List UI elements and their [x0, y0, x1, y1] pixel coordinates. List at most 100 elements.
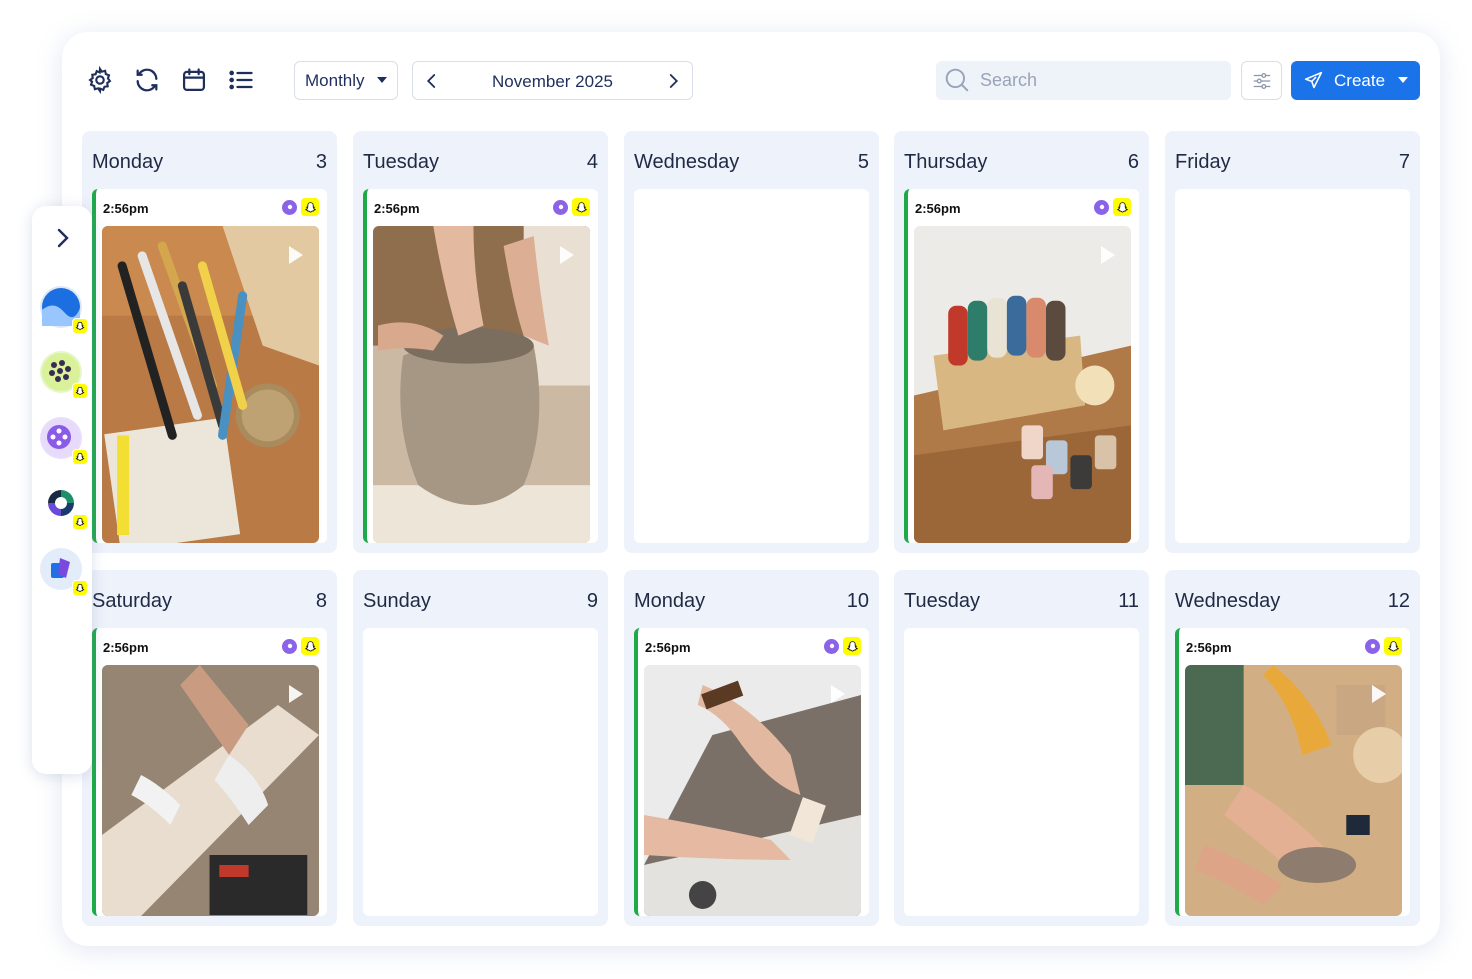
- account-ring-avatar[interactable]: [40, 482, 88, 530]
- search-icon: [945, 68, 969, 92]
- post-time: 2:56pm: [1186, 640, 1232, 655]
- day-cell[interactable]: Thursday 6 2:56pm: [894, 131, 1149, 553]
- snapchat-icon: [72, 514, 88, 530]
- play-icon: [289, 246, 303, 264]
- scheduled-post[interactable]: 2:56pm: [363, 189, 598, 543]
- day-cell[interactable]: Saturday 8 2:56pm: [82, 570, 337, 926]
- caret-down-icon: [377, 77, 387, 83]
- day-cell[interactable]: Wednesday 5: [624, 131, 879, 553]
- caret-down-icon: [1398, 77, 1408, 83]
- filter-button[interactable]: [1241, 61, 1282, 100]
- empty-slot[interactable]: [634, 189, 869, 543]
- clay-vase-photo: [373, 226, 590, 543]
- snapchat-icon: [301, 198, 319, 216]
- day-name: Sunday: [363, 590, 431, 612]
- create-button[interactable]: Create: [1291, 61, 1420, 100]
- snapchat-icon: [72, 383, 88, 399]
- day-name: Wednesday: [634, 151, 740, 173]
- account-dots-avatar[interactable]: [40, 351, 88, 399]
- ribbon-spools-photo: [914, 226, 1131, 543]
- list-icon[interactable]: [224, 63, 258, 97]
- search-box: [936, 61, 1231, 100]
- scheduled-post[interactable]: 2:56pm: [92, 189, 327, 543]
- day-number: 12: [1387, 590, 1410, 612]
- day-number: 10: [846, 590, 869, 612]
- view-mode-select[interactable]: Monthly: [294, 61, 398, 100]
- view-mode-label: Monthly: [305, 70, 365, 90]
- scheduled-post[interactable]: 2:56pm: [904, 189, 1139, 543]
- current-period-label: November 2025: [492, 72, 613, 91]
- chevron-right-icon: [669, 74, 679, 88]
- day-name: Tuesday: [363, 151, 439, 173]
- empty-slot[interactable]: [363, 628, 598, 916]
- platform-badge-icon: [1094, 199, 1109, 215]
- day-name: Saturday: [92, 590, 173, 612]
- snapchat-icon: [1113, 198, 1131, 216]
- day-name: Monday: [92, 151, 164, 173]
- snapchat-icon: [1384, 637, 1402, 655]
- day-cell[interactable]: Sunday 9: [353, 570, 608, 926]
- woodwork-photo: [102, 665, 319, 916]
- day-name: Tuesday: [904, 590, 980, 612]
- next-period-button[interactable]: [662, 70, 684, 92]
- scheduled-post[interactable]: 2:56pm: [634, 628, 869, 916]
- day-number: 11: [1118, 590, 1139, 612]
- chevron-right-icon[interactable]: [50, 226, 74, 250]
- play-icon: [1372, 685, 1386, 703]
- day-cell[interactable]: Monday 10 2:56pm: [624, 570, 879, 926]
- platform-badge-icon: [282, 638, 297, 654]
- send-icon: [1304, 71, 1323, 89]
- platform-badge-icon: [824, 638, 839, 654]
- accounts-rail: [32, 206, 92, 774]
- platform-badge-icon: [282, 199, 297, 215]
- scheduled-post[interactable]: 2:56pm: [1175, 628, 1410, 916]
- day-number: 3: [315, 151, 327, 173]
- day-name: Thursday: [904, 151, 988, 173]
- platform-badge-icon: [553, 199, 568, 215]
- day-number: 9: [586, 590, 598, 612]
- play-icon: [560, 246, 574, 264]
- post-time: 2:56pm: [103, 640, 149, 655]
- day-number: 7: [1398, 151, 1410, 173]
- create-button-label: Create: [1334, 71, 1386, 90]
- empty-slot[interactable]: [1175, 189, 1410, 543]
- snapchat-icon: [301, 637, 319, 655]
- empty-slot[interactable]: [904, 628, 1139, 916]
- day-number: 4: [586, 151, 598, 173]
- day-cell[interactable]: Monday 3 2:56pm: [82, 131, 337, 553]
- scheduled-post[interactable]: 2:56pm: [92, 628, 327, 916]
- account-purple-avatar[interactable]: [40, 417, 88, 465]
- post-time: 2:56pm: [915, 201, 961, 216]
- account-blue-avatar[interactable]: [40, 286, 88, 334]
- day-cell[interactable]: Tuesday 4 2:56pm: [353, 131, 608, 553]
- leather-craft-photo: [644, 665, 861, 916]
- post-time: 2:56pm: [103, 201, 149, 216]
- day-name: Wednesday: [1175, 590, 1281, 612]
- date-navigator: November 2025: [412, 61, 693, 100]
- day-number: 5: [857, 151, 869, 173]
- snapchat-icon: [72, 449, 88, 465]
- day-name: Monday: [634, 590, 706, 612]
- play-icon: [831, 685, 845, 703]
- snapchat-icon: [72, 580, 88, 596]
- search-input[interactable]: [980, 67, 1210, 93]
- sliders-icon: [1253, 72, 1270, 89]
- day-name: Friday: [1175, 151, 1231, 173]
- gear-icon[interactable]: [83, 63, 117, 97]
- snapchat-icon: [72, 318, 88, 334]
- day-cell[interactable]: Friday 7: [1165, 131, 1420, 553]
- day-cell[interactable]: Wednesday 12 2:56pm: [1165, 570, 1420, 926]
- refresh-icon[interactable]: [130, 63, 164, 97]
- day-number: 6: [1127, 151, 1139, 173]
- platform-badge-icon: [1365, 638, 1380, 654]
- day-cell[interactable]: Tuesday 11: [894, 570, 1149, 926]
- post-time: 2:56pm: [645, 640, 691, 655]
- snapchat-icon: [843, 637, 861, 655]
- account-cube-avatar[interactable]: [40, 548, 88, 596]
- day-number: 8: [315, 590, 327, 612]
- craft-tools-photo: [102, 226, 319, 543]
- post-time: 2:56pm: [374, 201, 420, 216]
- calendar-icon[interactable]: [177, 63, 211, 97]
- play-icon: [1101, 246, 1115, 264]
- clay-kneading-photo: [1185, 665, 1402, 916]
